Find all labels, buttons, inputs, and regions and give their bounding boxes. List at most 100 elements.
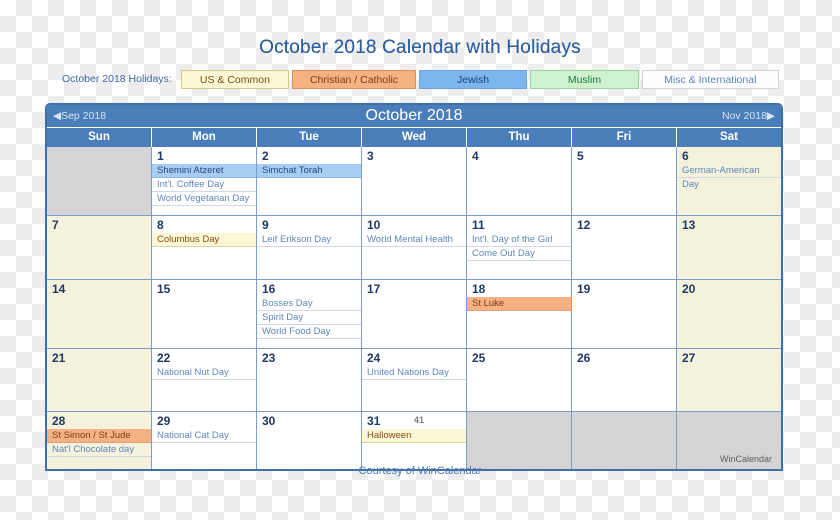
day-cell-12[interactable]: 12 [571, 216, 676, 279]
calendar-event[interactable]: Bosses Day [257, 297, 361, 311]
day-number: 19 [577, 282, 591, 296]
day-cell-empty: WinCalendar [676, 412, 781, 469]
page-title: October 2018 Calendar with Holidays [259, 37, 581, 58]
dow-tue: Tue [256, 128, 361, 147]
event-list: National Cat Day [152, 429, 256, 443]
calendar-event[interactable]: Leif Erikson Day [257, 233, 361, 247]
calendar-event[interactable]: St Simon / St Jude [47, 429, 151, 443]
day-cell-empty [571, 412, 676, 469]
legend-label: October 2018 Holidays: [62, 73, 172, 85]
day-cell-6[interactable]: 6 German-American Day [676, 147, 781, 215]
day-cell-20[interactable]: 20 [676, 280, 781, 348]
calendar-month-title: October 2018 [365, 107, 463, 124]
event-list: Bosses Day Spirit Day World Food Day [257, 297, 361, 339]
day-cell-24[interactable]: 24 United Nations Day [361, 349, 466, 411]
calendar-event[interactable]: Day [677, 178, 781, 191]
day-cell-10[interactable]: 10 World Mental Health [361, 216, 466, 279]
day-number: 20 [682, 282, 696, 296]
wincalendar-watermark: WinCalendar [719, 454, 772, 464]
day-cell-30[interactable]: 30 [256, 412, 361, 469]
day-number: 27 [682, 351, 696, 365]
event-list: Halloween [362, 429, 466, 443]
event-list: National Nut Day [152, 366, 256, 380]
day-number: 8 [157, 218, 164, 232]
week-number: 41 [414, 415, 425, 425]
day-cell-18[interactable]: 18 St Luke [466, 280, 571, 348]
day-cell-31[interactable]: 31 41 Halloween [361, 412, 466, 469]
legend-chip-muslim[interactable]: Muslim [530, 70, 639, 89]
day-number: 3 [367, 149, 374, 163]
day-number: 10 [367, 218, 381, 232]
day-cell-3[interactable]: 3 [361, 147, 466, 215]
day-cell-11[interactable]: 11 Int'l. Day of the Girl Come Out Day [466, 216, 571, 279]
day-number: 4 [472, 149, 479, 163]
day-cell-2[interactable]: 2 Simchat Torah [256, 147, 361, 215]
day-number: 6 [682, 149, 689, 163]
day-cell-27[interactable]: 27 [676, 349, 781, 411]
calendar-event[interactable]: Int'l. Day of the Girl [467, 233, 571, 247]
day-number: 25 [472, 351, 486, 365]
day-number: 2 [262, 149, 269, 163]
calendar-event[interactable]: Simchat Torah [257, 164, 361, 178]
day-cell-26[interactable]: 26 [571, 349, 676, 411]
calendar-event[interactable]: St Luke [467, 297, 571, 311]
calendar-week-row: 21 22 National Nut Day 23 24 United Nations D… [47, 348, 781, 411]
day-cell-14[interactable]: 14 [47, 280, 151, 348]
day-of-week-header: Sun Mon Tue Wed Thu Fri Sat [47, 128, 781, 147]
calendar-event[interactable]: World Mental Health [362, 233, 466, 247]
calendar-week-row: 28 St Simon / St Jude Nat'l Chocolate day 2… [47, 411, 781, 469]
legend-chip-christian-catholic[interactable]: Christian / Catholic [292, 70, 416, 89]
day-cell-5[interactable]: 5 [571, 147, 676, 215]
day-cell-empty [466, 412, 571, 469]
event-list: German-American Day [677, 164, 781, 191]
day-cell-7[interactable]: 7 [47, 216, 151, 279]
day-cell-1[interactable]: 1 Shemini Atzeret Int'l. Coffee Day World V… [151, 147, 256, 215]
calendar-event[interactable]: World Vegetarian Day [152, 192, 256, 206]
day-number: 23 [262, 351, 276, 365]
day-cell-25[interactable]: 25 [466, 349, 571, 411]
day-cell-17[interactable]: 17 [361, 280, 466, 348]
dow-thu: Thu [466, 128, 571, 147]
calendar-widget: ◀Sep 2018 October 2018 Nov 2018▶ Sun Mon… [45, 103, 783, 471]
calendar-event[interactable]: Columbus Day [152, 233, 256, 247]
event-list: United Nations Day [362, 366, 466, 380]
calendar-event[interactable]: National Nut Day [152, 366, 256, 380]
day-cell-15[interactable]: 15 [151, 280, 256, 348]
calendar-event[interactable]: Nat'l Chocolate day [47, 443, 151, 457]
day-number: 17 [367, 282, 381, 296]
legend-chip-us-common[interactable]: US & Common [180, 70, 290, 89]
event-list: Int'l. Day of the Girl Come Out Day [467, 233, 571, 261]
day-number: 5 [577, 149, 584, 163]
day-cell-empty [47, 147, 151, 215]
day-number: 22 [157, 351, 171, 365]
calendar-event[interactable]: German-American [677, 164, 781, 178]
calendar-event[interactable]: United Nations Day [362, 366, 466, 380]
day-cell-29[interactable]: 29 National Cat Day [151, 412, 256, 469]
calendar-event[interactable]: World Food Day [257, 325, 361, 339]
calendar-event[interactable]: Shemini Atzeret [152, 164, 256, 178]
day-cell-13[interactable]: 13 [676, 216, 781, 279]
day-cell-22[interactable]: 22 National Nut Day [151, 349, 256, 411]
event-list: Columbus Day [152, 233, 256, 247]
day-number: 16 [262, 282, 276, 296]
day-cell-19[interactable]: 19 [571, 280, 676, 348]
calendar-event[interactable]: Spirit Day [257, 311, 361, 325]
calendar-event[interactable]: Int'l. Coffee Day [152, 178, 256, 192]
calendar-event[interactable]: Come Out Day [467, 247, 571, 261]
day-cell-16[interactable]: 16 Bosses Day Spirit Day World Food Day [256, 280, 361, 348]
holiday-legend: October 2018 Holidays: US & Common Chris… [62, 69, 782, 90]
day-cell-28[interactable]: 28 St Simon / St Jude Nat'l Chocolate day [47, 412, 151, 469]
legend-chip-jewish[interactable]: Jewish [418, 70, 528, 89]
day-cell-21[interactable]: 21 [47, 349, 151, 411]
calendar-titlebar: ◀Sep 2018 October 2018 Nov 2018▶ [47, 105, 781, 128]
day-cell-4[interactable]: 4 [466, 147, 571, 215]
day-cell-8[interactable]: 8 Columbus Day [151, 216, 256, 279]
legend-chip-misc-international[interactable]: Misc & International [641, 70, 779, 89]
day-cell-23[interactable]: 23 [256, 349, 361, 411]
day-number: 24 [367, 351, 381, 365]
calendar-event[interactable]: National Cat Day [152, 429, 256, 443]
calendar-week-row: 1 Shemini Atzeret Int'l. Coffee Day World V… [47, 147, 781, 215]
next-month-link[interactable]: Nov 2018▶ [722, 105, 775, 127]
day-cell-9[interactable]: 9 Leif Erikson Day [256, 216, 361, 279]
calendar-event[interactable]: Halloween [362, 429, 466, 443]
